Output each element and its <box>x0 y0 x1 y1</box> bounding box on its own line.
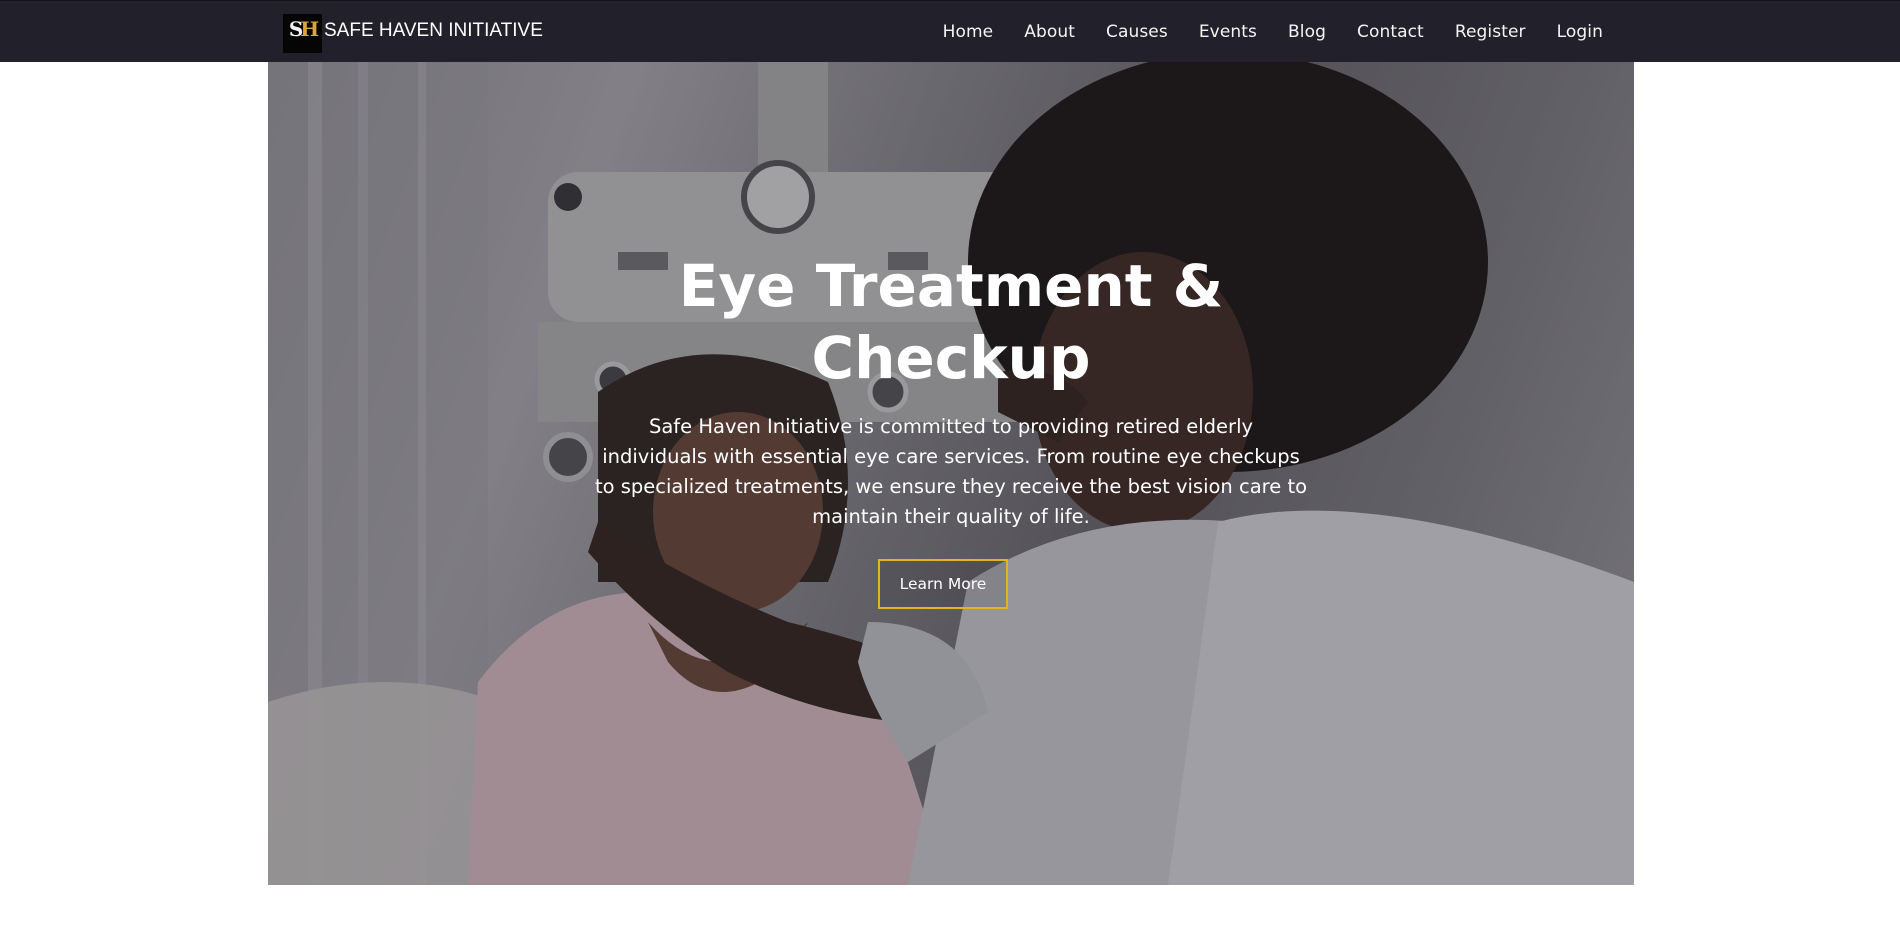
nav-contact-link[interactable]: Contact <box>1357 22 1424 42</box>
hero-description: Safe Haven Initiative is committed to pr… <box>594 415 1308 528</box>
logo-monogram: SH <box>288 16 319 41</box>
nav-events-link[interactable]: Events <box>1199 22 1257 42</box>
nav-blog-link[interactable]: Blog <box>1288 22 1326 42</box>
main-nav: Home About Causes Events Blog Contact Re… <box>943 1 1603 63</box>
top-navbar: SH SAFE HAVEN INITIATIVE Home About Caus… <box>0 0 1900 62</box>
brand-name: SAFE HAVEN INITIATIVE <box>324 20 543 41</box>
safe-haven-logo-icon: SH <box>283 13 322 53</box>
brand-link[interactable]: SH SAFE HAVEN INITIATIVE <box>283 13 543 53</box>
hero-title: Eye Treatment & Checkup <box>678 252 1224 392</box>
nav-about-link[interactable]: About <box>1024 22 1075 42</box>
nav-login-link[interactable]: Login <box>1557 22 1603 42</box>
hero-banner: Eye Treatment & Checkup Safe Haven Initi… <box>268 62 1634 885</box>
nav-causes-link[interactable]: Causes <box>1106 22 1168 42</box>
nav-register-link[interactable]: Register <box>1455 22 1526 42</box>
nav-home-link[interactable]: Home <box>943 22 994 42</box>
learn-more-button[interactable]: Learn More <box>878 559 1008 609</box>
